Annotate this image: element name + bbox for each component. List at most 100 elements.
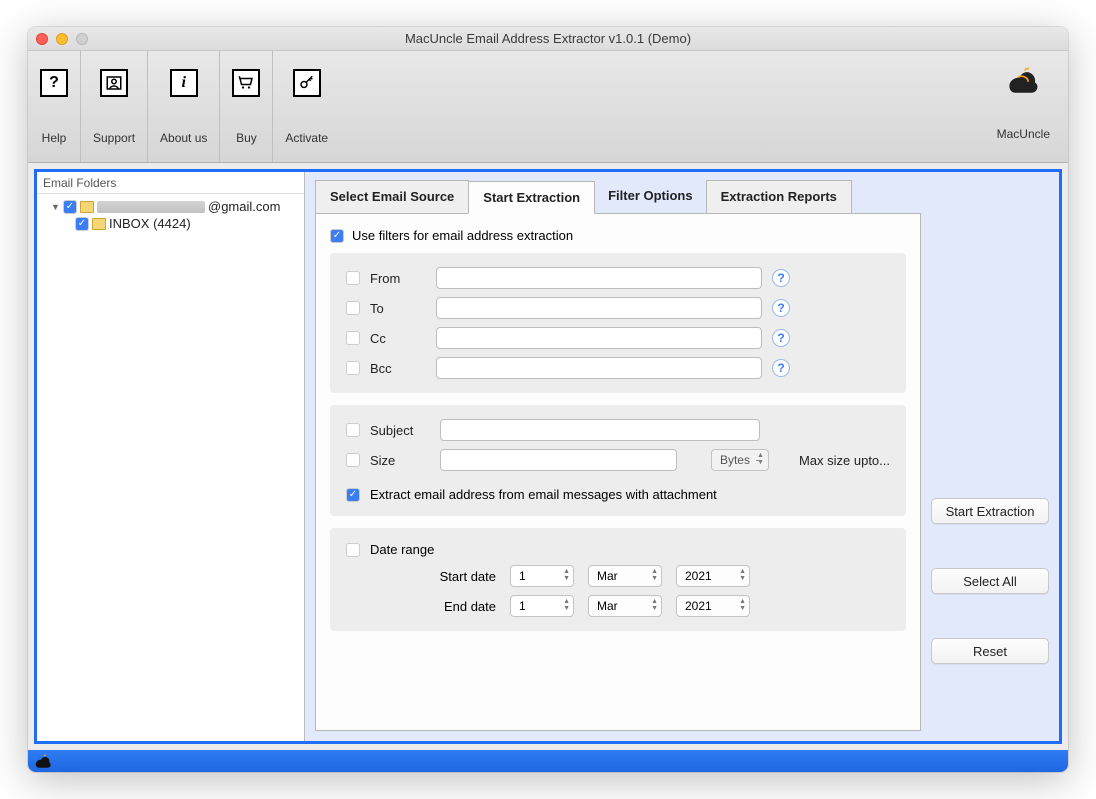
to-input[interactable] — [436, 297, 762, 319]
help-bcc[interactable]: ? — [772, 359, 790, 377]
inbox-label: INBOX (4424) — [109, 216, 191, 231]
folder-icon — [80, 201, 94, 213]
start-month-select[interactable]: Mar▲▼ — [588, 565, 662, 587]
end-month-select[interactable]: Mar▲▼ — [588, 595, 662, 617]
toolbar-support-label: Support — [93, 131, 135, 145]
checkbox-bcc[interactable] — [346, 361, 360, 375]
main-panel: Select Email Source Start Extraction Fil… — [305, 172, 1059, 741]
toolbar-support[interactable]: Support — [81, 51, 148, 162]
checkbox-account[interactable] — [63, 200, 77, 214]
sidebar: Email Folders ▼ @gmail.com INBOX (4424) — [37, 172, 305, 741]
maximize-window-button[interactable] — [76, 33, 88, 45]
end-date-row: End date 1▲▼ Mar▲▼ 2021▲▼ — [416, 595, 890, 617]
size-input[interactable] — [440, 449, 677, 471]
bcc-input[interactable] — [436, 357, 762, 379]
cc-label: Cc — [370, 331, 426, 346]
size-unit-select[interactable]: Bytes▲▼ — [711, 449, 769, 471]
subject-input[interactable] — [440, 419, 760, 441]
toolbar: ? Help Support i About us Buy Activate — [28, 51, 1068, 163]
cc-row: Cc ? — [346, 327, 890, 349]
start-extraction-button[interactable]: Start Extraction — [931, 498, 1049, 524]
tree-row-inbox[interactable]: INBOX (4424) — [41, 215, 300, 232]
sidebar-header: Email Folders — [37, 172, 304, 194]
chevron-down-icon[interactable]: ▼ — [51, 202, 60, 211]
close-window-button[interactable] — [36, 33, 48, 45]
cc-input[interactable] — [436, 327, 762, 349]
select-all-button[interactable]: Select All — [931, 568, 1049, 594]
start-date-row: Start date 1▲▼ Mar▲▼ 2021▲▼ — [416, 565, 890, 587]
help-cc[interactable]: ? — [772, 329, 790, 347]
folder-tree: ▼ @gmail.com INBOX (4424) — [37, 194, 304, 236]
tabs: Select Email Source Start Extraction Fil… — [315, 180, 921, 214]
info-icon: i — [170, 69, 198, 97]
from-input[interactable] — [436, 267, 762, 289]
checkbox-attachment[interactable] — [346, 488, 360, 502]
brand-icon-small — [34, 753, 52, 769]
toolbar-about[interactable]: i About us — [148, 51, 220, 162]
brand-icon — [1006, 65, 1040, 95]
help-to[interactable]: ? — [772, 299, 790, 317]
use-filters-row: Use filters for email address extraction — [330, 228, 906, 243]
toolbar-activate-label: Activate — [285, 131, 328, 145]
checkbox-from[interactable] — [346, 271, 360, 285]
toolbar-buy-label: Buy — [236, 131, 257, 145]
tab-extraction-reports[interactable]: Extraction Reports — [706, 180, 852, 213]
subject-label: Subject — [370, 423, 430, 438]
checkbox-date-range[interactable] — [346, 543, 360, 557]
end-day-select[interactable]: 1▲▼ — [510, 595, 574, 617]
attachment-row: Extract email address from email message… — [346, 487, 890, 502]
end-date-label: End date — [416, 599, 496, 614]
size-label: Size — [370, 453, 430, 468]
use-filters-label: Use filters for email address extraction — [352, 228, 573, 243]
end-year-select[interactable]: 2021▲▼ — [676, 595, 750, 617]
tab-filter-options[interactable]: Filter Options — [594, 180, 707, 213]
support-icon — [100, 69, 128, 97]
start-day-select[interactable]: 1▲▼ — [510, 565, 574, 587]
titlebar: MacUncle Email Address Extractor v1.0.1 … — [28, 27, 1068, 51]
cart-icon — [232, 69, 260, 97]
app-window: MacUncle Email Address Extractor v1.0.1 … — [28, 27, 1068, 772]
date-range-label: Date range — [370, 542, 434, 557]
to-label: To — [370, 301, 426, 316]
start-year-select[interactable]: 2021▲▼ — [676, 565, 750, 587]
toolbar-activate[interactable]: Activate — [273, 51, 340, 162]
from-row: From ? — [346, 267, 890, 289]
toolbar-help-label: Help — [42, 131, 67, 145]
tab-start-extraction[interactable]: Start Extraction — [468, 181, 595, 214]
brand-area: MacUncle — [983, 51, 1064, 162]
subject-size-section: Subject Size Bytes▲▼ Max size upto.. — [330, 405, 906, 516]
toolbar-about-label: About us — [160, 131, 207, 145]
tree-row-account[interactable]: ▼ @gmail.com — [41, 198, 300, 215]
checkbox-subject[interactable] — [346, 423, 360, 437]
traffic-lights — [36, 33, 88, 45]
account-name-redacted — [97, 201, 205, 213]
window-title: MacUncle Email Address Extractor v1.0.1 … — [28, 31, 1068, 46]
checkbox-inbox[interactable] — [75, 217, 89, 231]
max-size-label: Max size upto... — [799, 453, 890, 468]
bcc-row: Bcc ? — [346, 357, 890, 379]
toolbar-buy[interactable]: Buy — [220, 51, 273, 162]
size-row: Size Bytes▲▼ Max size upto... — [346, 449, 890, 471]
attachment-label: Extract email address from email message… — [370, 487, 717, 502]
checkbox-size[interactable] — [346, 453, 360, 467]
date-range-row: Date range — [346, 542, 890, 557]
action-buttons: Start Extraction Select All Reset — [931, 180, 1049, 731]
folder-icon — [92, 218, 106, 230]
checkbox-to[interactable] — [346, 301, 360, 315]
minimize-window-button[interactable] — [56, 33, 68, 45]
body: Email Folders ▼ @gmail.com INBOX (4424) — [28, 163, 1068, 772]
help-from[interactable]: ? — [772, 269, 790, 287]
start-date-label: Start date — [416, 569, 496, 584]
reset-button[interactable]: Reset — [931, 638, 1049, 664]
tab-content: Use filters for email address extraction… — [315, 214, 921, 731]
bcc-label: Bcc — [370, 361, 426, 376]
tab-select-source[interactable]: Select Email Source — [315, 180, 469, 213]
date-range-section: Date range Start date 1▲▼ Mar▲▼ 2021▲▼ E… — [330, 528, 906, 631]
checkbox-cc[interactable] — [346, 331, 360, 345]
key-icon — [293, 69, 321, 97]
account-suffix: @gmail.com — [208, 199, 280, 214]
from-label: From — [370, 271, 426, 286]
status-bar — [28, 750, 1068, 772]
toolbar-help[interactable]: ? Help — [32, 51, 81, 162]
checkbox-use-filters[interactable] — [330, 229, 344, 243]
